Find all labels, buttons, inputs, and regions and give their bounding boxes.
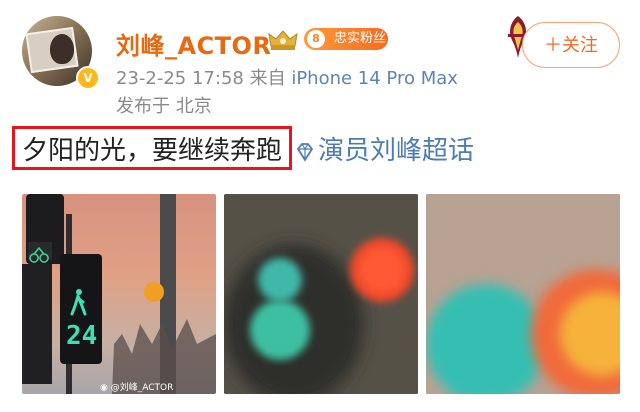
fan-badge[interactable]: 8 忠实粉丝	[304, 28, 388, 50]
post-body: 夕阳的光，要继续奔跑 演员刘峰超话	[12, 126, 474, 170]
sunset-scene: 24	[22, 194, 216, 394]
bokeh-scene-2	[426, 194, 620, 394]
follow-button[interactable]: ＋关注	[522, 22, 620, 68]
bokeh-scene-1	[224, 194, 418, 394]
post-image-1[interactable]: 24	[22, 194, 216, 394]
weibo-icon: ◉	[100, 383, 108, 393]
fan-level-icon: 8	[307, 30, 325, 48]
topic-link[interactable]: 演员刘峰超话	[294, 134, 474, 168]
source-device[interactable]: iPhone 14 Pro Max	[291, 68, 458, 89]
username[interactable]: 刘峰_ACTOR	[116, 26, 271, 61]
post-image-2[interactable]	[224, 194, 418, 394]
post-meta: 23-2-25 17:58 来自 iPhone 14 Pro Max	[116, 64, 458, 90]
topic-label: 演员刘峰超话	[318, 136, 475, 166]
post-location: 发布于 北京	[116, 96, 212, 117]
post-text: 夕阳的光，要继续奔跑	[22, 136, 283, 166]
avatar-face	[50, 34, 74, 64]
image-watermark: ◉ @刘峰_ACTOR	[100, 383, 174, 393]
diamond-icon	[296, 142, 314, 162]
signal-countdown: 24	[66, 321, 97, 351]
post-time: 23-2-25 17:58	[116, 68, 244, 89]
fan-badge-label: 忠实粉丝	[334, 31, 387, 46]
post-image-3[interactable]	[426, 194, 620, 394]
crown-icon	[268, 30, 298, 50]
source-prefix: 来自	[249, 68, 286, 89]
verified-icon: V	[76, 66, 100, 90]
